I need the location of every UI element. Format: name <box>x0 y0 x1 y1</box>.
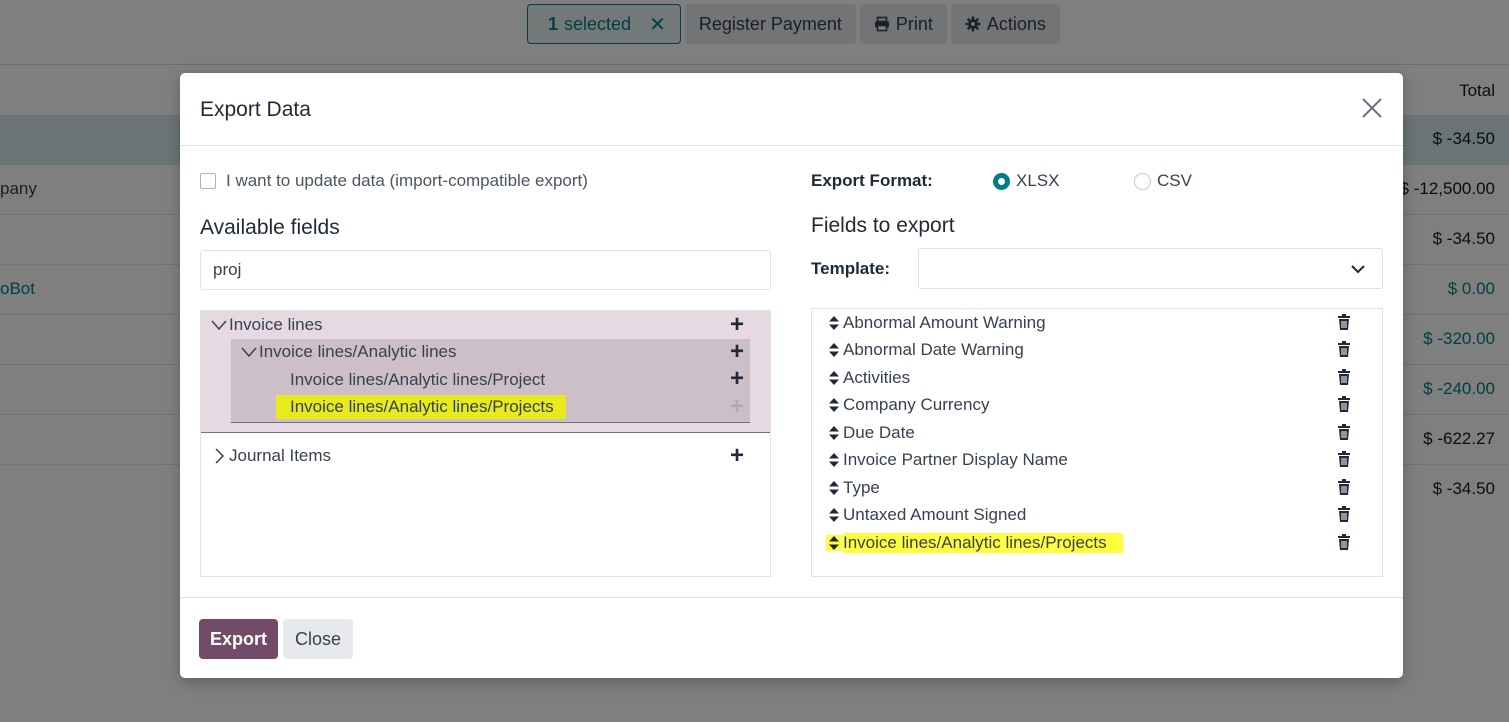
close-button[interactable]: Close <box>283 619 353 659</box>
export-format-row: Export Format: XLSX CSV <box>811 171 1192 191</box>
add-field-plus-icon[interactable]: + <box>730 444 744 468</box>
close-icon[interactable] <box>1359 95 1385 121</box>
export-field-label: Due Date <box>843 423 915 442</box>
fields-to-export-heading: Fields to export <box>811 214 955 237</box>
format-label-xlsx: XLSX <box>1016 171 1060 190</box>
format-option-xlsx[interactable]: XLSX <box>993 171 1134 191</box>
template-label: Template: <box>811 258 891 278</box>
export-field-label: Company Currency <box>843 395 990 414</box>
sort-handle-icon[interactable] <box>826 507 842 523</box>
export-field-item[interactable]: Invoice Partner Display Name <box>826 447 1366 473</box>
sort-handle-icon[interactable] <box>826 425 842 441</box>
export-field-item[interactable]: Abnormal Amount Warning <box>826 310 1366 336</box>
field-search-input[interactable] <box>200 250 771 290</box>
tree-item-analytic-lines[interactable]: Invoice lines/Analytic lines <box>241 342 456 362</box>
export-field-item[interactable]: Activities <box>826 365 1366 391</box>
tree-item-label: Invoice lines <box>229 315 323 334</box>
trash-icon[interactable] <box>1337 534 1351 550</box>
chevron-right-icon[interactable] <box>211 448 227 464</box>
dialog-footer: Export Close <box>180 597 1403 678</box>
export-field-label: Abnormal Amount Warning <box>843 313 1046 332</box>
radio-selected-icon[interactable] <box>993 172 1010 190</box>
export-button[interactable]: Export <box>199 619 278 659</box>
export-data-dialog: Export Data I want to update data (impor… <box>180 73 1403 678</box>
export-field-item[interactable]: Invoice lines/Analytic lines/Projects <box>826 530 1366 556</box>
tree-item-project[interactable]: Invoice lines/Analytic lines/Project <box>290 370 545 390</box>
sort-handle-icon[interactable] <box>826 452 842 468</box>
export-field-label: Invoice lines/Analytic lines/Projects <box>843 533 1123 553</box>
tree-item-label: Journal Items <box>229 446 332 465</box>
chevron-down-icon[interactable] <box>211 317 227 333</box>
trash-icon[interactable] <box>1337 341 1351 357</box>
add-field-plus-icon[interactable]: + <box>730 367 744 391</box>
template-select[interactable] <box>918 248 1383 289</box>
export-field-item[interactable]: Type <box>826 475 1366 501</box>
export-fields-list: Abnormal Amount Warning Abnormal Date Wa… <box>811 308 1383 577</box>
format-option-csv[interactable]: CSV <box>1134 171 1192 191</box>
export-field-label: Untaxed Amount Signed <box>843 505 1027 524</box>
dialog-title: Export Data <box>200 98 311 121</box>
format-label-csv: CSV <box>1157 171 1192 190</box>
radio-unselected-icon[interactable] <box>1134 172 1151 190</box>
add-field-plus-icon[interactable]: + <box>730 340 744 364</box>
export-field-item[interactable]: Due Date <box>826 420 1366 446</box>
trash-icon[interactable] <box>1337 396 1351 412</box>
import-compatible-checkbox[interactable] <box>200 173 216 189</box>
trash-icon[interactable] <box>1337 506 1351 522</box>
trash-icon[interactable] <box>1337 369 1351 385</box>
export-field-label: Activities <box>843 368 911 387</box>
tree-item-label: Invoice lines/Analytic lines/Project <box>290 370 546 389</box>
export-format-label: Export Format: <box>811 171 933 190</box>
sort-handle-icon[interactable] <box>826 315 842 331</box>
add-field-plus-icon[interactable]: + <box>730 313 744 337</box>
trash-icon[interactable] <box>1337 479 1351 495</box>
export-field-item[interactable]: Abnormal Date Warning <box>826 337 1366 363</box>
trash-icon[interactable] <box>1337 451 1351 467</box>
import-compatible-option[interactable]: I want to update data (import-compatible… <box>200 171 588 191</box>
sort-handle-icon[interactable] <box>826 342 842 358</box>
available-fields-heading: Available fields <box>200 216 340 239</box>
sort-handle-icon[interactable] <box>826 480 842 496</box>
chevron-down-icon <box>1351 265 1365 274</box>
export-field-label: Invoice Partner Display Name <box>843 450 1068 469</box>
export-field-label: Abnormal Date Warning <box>843 340 1024 359</box>
tree-item-projects[interactable]: Invoice lines/Analytic lines/Projects <box>276 395 566 419</box>
sort-handle-icon[interactable] <box>826 370 842 386</box>
tree-item-journal-items[interactable]: Journal Items <box>211 446 331 466</box>
dialog-header: Export Data <box>180 73 1403 146</box>
sort-handle-icon[interactable] <box>826 535 842 551</box>
template-row: Template: <box>811 248 1383 289</box>
export-field-label: Type <box>843 478 880 497</box>
add-field-plus-icon: + <box>730 393 745 420</box>
tree-item-label: Invoice lines/Analytic lines/Projects <box>276 395 566 419</box>
available-fields-tree: Invoice lines + Invoice lines/Analytic l… <box>200 310 771 577</box>
trash-icon[interactable] <box>1337 314 1351 330</box>
export-field-item[interactable]: Company Currency <box>826 392 1366 418</box>
tree-item-label: Invoice lines/Analytic lines <box>259 342 457 361</box>
tree-item-invoice-lines[interactable]: Invoice lines <box>211 315 323 335</box>
dialog-body: I want to update data (import-compatible… <box>180 147 1403 597</box>
import-compatible-label: I want to update data (import-compatible… <box>226 171 588 190</box>
chevron-down-icon[interactable] <box>241 344 257 360</box>
export-field-item[interactable]: Untaxed Amount Signed <box>826 502 1366 528</box>
sort-handle-icon[interactable] <box>826 397 842 413</box>
trash-icon[interactable] <box>1337 424 1351 440</box>
